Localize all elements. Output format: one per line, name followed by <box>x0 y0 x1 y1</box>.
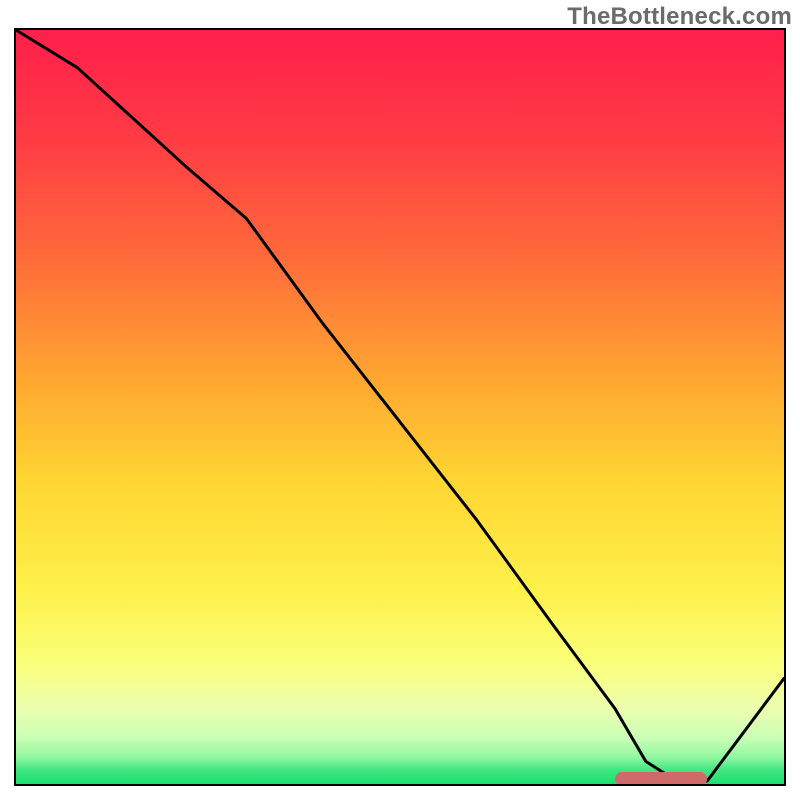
watermark-label: TheBottleneck.com <box>567 3 792 31</box>
background-gradient <box>16 30 784 784</box>
plot-frame <box>14 28 786 786</box>
optimal-range-marker <box>615 772 707 786</box>
chart-container: TheBottleneck.com <box>0 0 800 800</box>
